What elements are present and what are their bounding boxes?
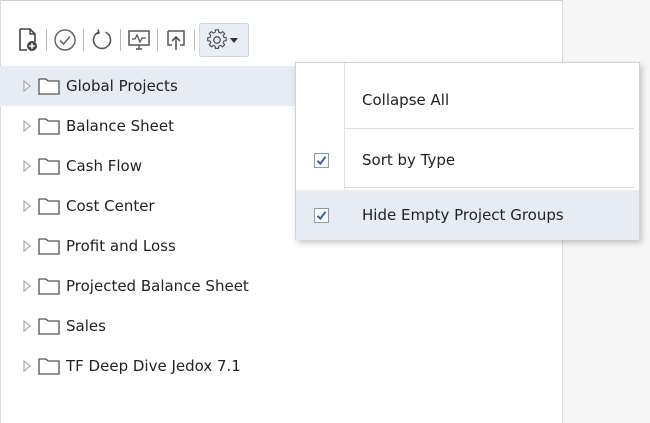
tree-item-label: Profit and Loss (66, 237, 176, 255)
tree-item-label: TF Deep Dive Jedox 7.1 (66, 357, 241, 375)
expand-arrow-icon[interactable] (20, 119, 34, 133)
folder-icon (38, 318, 60, 335)
tree-item-tf-deep-dive[interactable]: TF Deep Dive Jedox 7.1 (20, 346, 561, 386)
menu-item-label: Hide Empty Project Groups (362, 206, 564, 224)
folder-icon (38, 278, 60, 295)
toolbar-separator (83, 29, 84, 51)
tree-item-label: Balance Sheet (66, 117, 174, 135)
new-document-button[interactable] (14, 23, 42, 57)
toolbar-separator (46, 29, 47, 51)
folder-icon (38, 238, 60, 255)
check-circle-icon (54, 29, 76, 51)
menu-divider (344, 187, 634, 188)
refresh-icon (92, 29, 112, 50)
toolbar-separator (194, 29, 195, 51)
toolbar (14, 23, 249, 57)
settings-dropdown-button[interactable] (199, 23, 249, 57)
checkmark-icon (316, 210, 327, 220)
menu-item-label: Collapse All (362, 91, 450, 109)
menu-item-sort-by-type[interactable]: Sort by Type (296, 135, 639, 185)
tree-item-label: Cost Center (66, 197, 155, 215)
project-explorer-panel: Global Projects Balance Sheet Cash Flow (0, 0, 650, 423)
hide-empty-groups-checkbox[interactable] (314, 207, 329, 223)
menu-item-hide-empty-project-groups[interactable]: Hide Empty Project Groups (296, 190, 639, 240)
folder-icon (38, 118, 60, 135)
top-border (0, 0, 650, 1)
tree-item-label: Sales (66, 317, 106, 335)
expand-arrow-icon[interactable] (20, 319, 34, 333)
folder-icon (38, 358, 60, 375)
settings-dropdown-menu: Collapse All Sort by Type Hide Empty Pro… (295, 62, 640, 240)
menu-divider (344, 128, 634, 129)
tree-item-sales[interactable]: Sales (20, 306, 561, 346)
expand-arrow-icon[interactable] (20, 79, 34, 93)
publish-button[interactable] (162, 23, 190, 57)
expand-arrow-icon[interactable] (20, 159, 34, 173)
expand-arrow-icon[interactable] (20, 279, 34, 293)
publish-icon (167, 30, 185, 50)
refresh-button[interactable] (88, 23, 116, 57)
left-border (0, 0, 1, 423)
monitor-icon (128, 30, 150, 50)
tree-item-label: Cash Flow (66, 157, 142, 175)
tree-item-label: Global Projects (66, 77, 178, 95)
gear-icon (207, 29, 227, 49)
expand-arrow-icon[interactable] (20, 359, 34, 373)
expand-arrow-icon[interactable] (20, 199, 34, 213)
folder-icon (38, 198, 60, 215)
new-document-icon (19, 28, 37, 51)
tree-item-projected-balance-sheet[interactable]: Projected Balance Sheet (20, 266, 561, 306)
validate-button[interactable] (51, 23, 79, 57)
expand-arrow-icon[interactable] (20, 239, 34, 253)
monitor-button[interactable] (125, 23, 153, 57)
toolbar-separator (120, 29, 121, 51)
toolbar-separator (157, 29, 158, 51)
chevron-down-icon (230, 37, 238, 43)
sort-by-type-checkbox[interactable] (314, 152, 329, 168)
menu-item-label: Sort by Type (362, 151, 456, 169)
folder-icon (38, 158, 60, 175)
folder-icon (38, 78, 60, 95)
menu-item-collapse-all[interactable]: Collapse All (296, 75, 639, 125)
checkmark-icon (316, 155, 327, 165)
tree-item-label: Projected Balance Sheet (66, 277, 249, 295)
